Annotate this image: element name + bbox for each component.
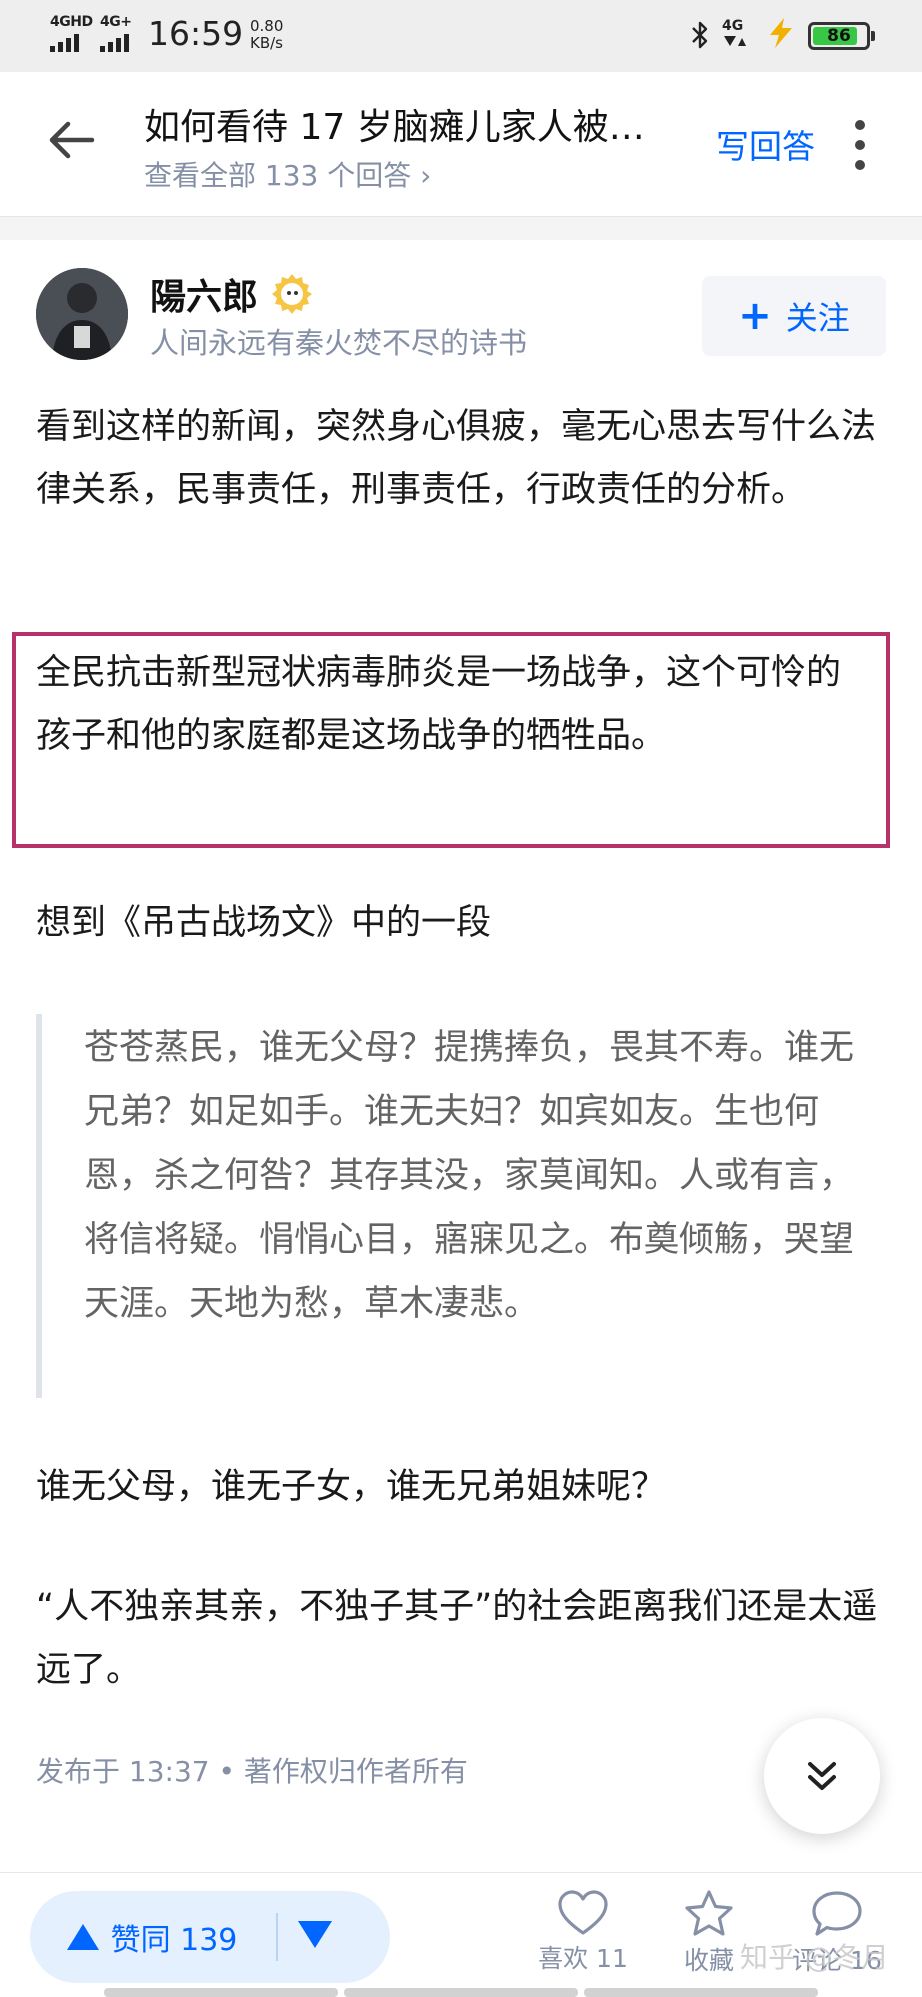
double-chevron-down-icon xyxy=(808,1762,836,1790)
arrow-left-icon xyxy=(49,121,95,159)
triangle-up-icon xyxy=(66,1924,99,1950)
heart-icon xyxy=(558,1890,608,1935)
blockquote-text: 苍苍蒸民，谁无父母？提携捧负，畏其不寿。谁无兄弟？如足如手。谁无夫妇？如宾如友。… xyxy=(84,1028,855,1324)
upvote-button[interactable]: 赞同 139 xyxy=(30,1891,274,1983)
star-icon xyxy=(685,1890,733,1936)
watermark: 知乎 @冬月 xyxy=(740,1941,889,1974)
bluetooth-icon xyxy=(690,20,710,57)
answer-paragraph: 看到这样的新闻，突然身心俱疲，毫无心思去写什么法律关系，民事责任，刑事责任，行政… xyxy=(36,407,877,510)
signal-label: 4GHD xyxy=(50,14,93,30)
answer-paragraph: 谁无父母，谁无子女，谁无兄弟姐妹呢？ xyxy=(36,1467,667,1507)
follow-button[interactable]: + 关注 xyxy=(702,276,886,356)
bottom-action-bar: 赞同 139 喜欢 11 收藏 评论 16 xyxy=(0,1872,922,1997)
like-label: 喜欢 11 xyxy=(538,1944,628,1973)
divider xyxy=(0,216,922,240)
blockquote-bar xyxy=(36,1014,42,1398)
write-answer-button[interactable]: 写回答 xyxy=(716,120,815,168)
downvote-button[interactable] xyxy=(298,1921,332,1951)
author-motto: 人间永远有秦火焚不尽的诗书 xyxy=(150,326,528,360)
answer-paragraph-highlighted: 全民抗击新型冠状病毒肺炎是一场战争，这个可怜的孩子和他的家庭都是这场战争的牺牲品… xyxy=(36,653,842,756)
battery-percent: 86 xyxy=(827,26,851,46)
more-options-icon[interactable] xyxy=(848,120,872,170)
follow-label: 关注 xyxy=(785,299,850,337)
charging-icon xyxy=(764,16,798,58)
back-button[interactable] xyxy=(44,112,100,168)
vote-group: 赞同 139 xyxy=(30,1891,390,1983)
plus-icon: + xyxy=(738,293,772,339)
signal-label: 4G+ xyxy=(100,14,132,30)
view-all-answers-link[interactable]: 查看全部 133 个回答 › xyxy=(144,154,431,194)
like-button[interactable]: 喜欢 11 xyxy=(528,1889,638,1975)
divider xyxy=(276,1913,278,1961)
avatar[interactable] xyxy=(36,268,128,360)
clock: 16:59 xyxy=(148,14,244,53)
question-header: 如何看待 17 岁脑瘫儿家人被… 查看全部 133 个回答 › 写回答 xyxy=(0,72,922,216)
comment-bubble-icon xyxy=(812,1891,862,1936)
status-bar: 4GHD 4G+ 16:59 0.80 KB/s 4G 86 xyxy=(0,0,922,72)
network-speed: 0.80 KB/s xyxy=(250,17,284,52)
battery-icon: 86 xyxy=(808,22,875,50)
upvote-label: 赞同 139 xyxy=(110,1923,238,1958)
author-badge-icon xyxy=(270,272,314,316)
next-answer-button[interactable] xyxy=(764,1718,880,1834)
signal-4g-icon: 4G xyxy=(722,18,748,52)
author-name[interactable]: 陽六郎 xyxy=(150,268,258,320)
publish-info: 发布于 13:37 • 著作权归作者所有 xyxy=(36,1755,468,1788)
question-title[interactable]: 如何看待 17 岁脑瘫儿家人被… xyxy=(144,98,704,150)
answer-paragraph: “人不独亲其亲，不独子其子”的社会距离我们还是太遥远了。 xyxy=(36,1587,878,1690)
triangle-down-icon xyxy=(298,1921,332,1948)
scroll-indicator xyxy=(0,1988,922,1997)
answer-paragraph: 想到《吊古战场文》中的一段 xyxy=(36,903,492,943)
